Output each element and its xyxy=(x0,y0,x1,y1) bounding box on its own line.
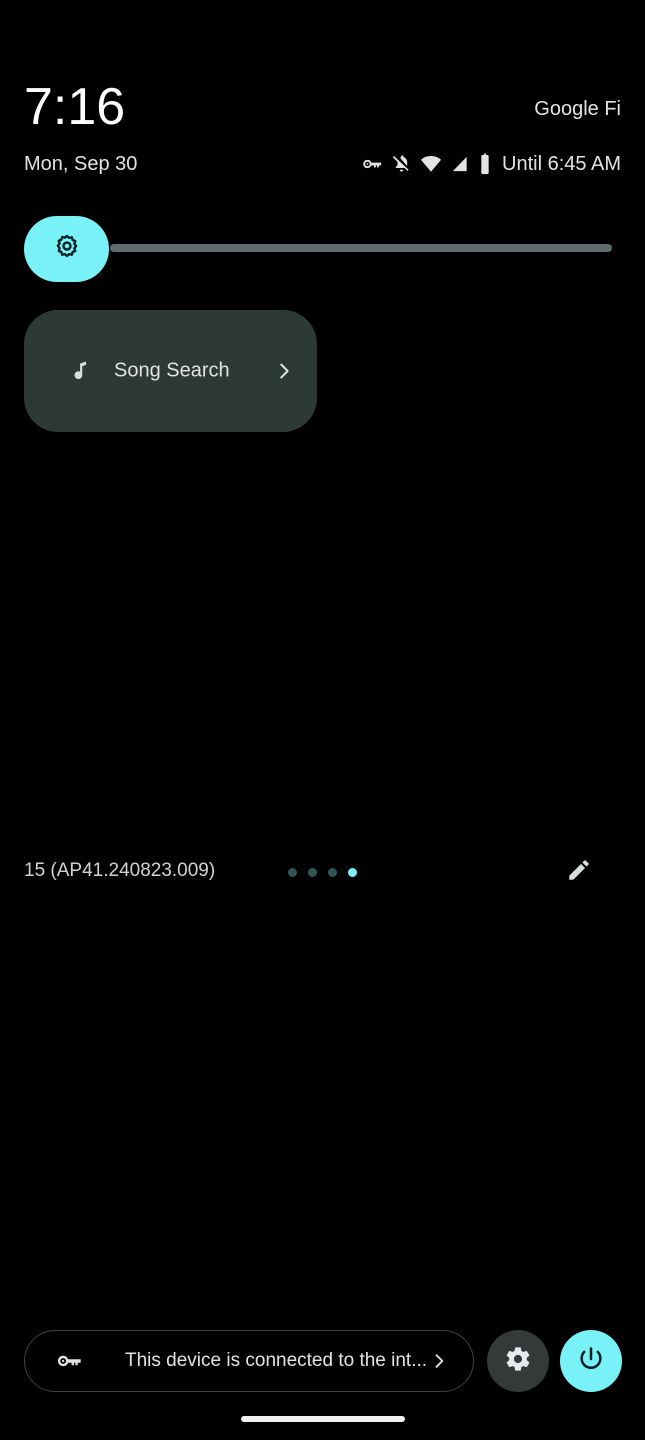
page-dot[interactable] xyxy=(328,867,337,877)
vpn-status-pill[interactable]: This device is connected to the int... xyxy=(24,1330,474,1392)
brightness-slider-thumb[interactable] xyxy=(24,216,109,282)
carrier-label: Google Fi xyxy=(534,98,621,120)
music-note-icon xyxy=(66,356,92,386)
vpn-key-icon xyxy=(361,153,383,175)
clock[interactable]: 7:16 xyxy=(24,78,125,136)
tile-song-search[interactable]: Song Search xyxy=(24,310,317,432)
bottom-action-bar: This device is connected to the int... xyxy=(0,1330,645,1392)
gear-icon xyxy=(504,1345,532,1378)
quick-settings-footer: 15 (AP41.240823.009) xyxy=(0,852,645,892)
home-gesture-bar[interactable] xyxy=(241,1416,405,1422)
wifi-icon xyxy=(420,153,442,175)
date-label[interactable]: Mon, Sep 30 xyxy=(24,150,137,178)
chevron-right-icon[interactable] xyxy=(429,1351,449,1371)
status-header: 7:16 Google Fi Mon, Sep 30 Until 6:45 AM xyxy=(0,0,645,200)
tile-song-search-label: Song Search xyxy=(114,359,230,382)
power-icon xyxy=(576,1344,606,1379)
page-dot[interactable] xyxy=(288,867,297,877)
brightness-slider[interactable] xyxy=(24,216,621,282)
power-button[interactable] xyxy=(560,1330,622,1392)
page-dot[interactable] xyxy=(308,867,317,877)
quick-settings-panel: 7:16 Google Fi Mon, Sep 30 Until 6:45 AM… xyxy=(0,0,645,1440)
page-indicator[interactable] xyxy=(0,852,645,892)
edit-tiles-button[interactable] xyxy=(559,852,599,892)
chevron-right-icon[interactable] xyxy=(273,360,295,382)
brightness-slider-track[interactable] xyxy=(110,244,612,252)
brightness-icon xyxy=(52,232,82,267)
battery-icon xyxy=(478,153,492,175)
vpn-status-text: This device is connected to the int... xyxy=(125,1350,428,1371)
status-icon-group: Until 6:45 AM xyxy=(361,150,621,178)
battery-status-text: Until 6:45 AM xyxy=(502,153,621,175)
cellular-signal-icon xyxy=(450,154,470,174)
edit-pencil-icon xyxy=(566,857,592,888)
settings-button[interactable] xyxy=(487,1330,549,1392)
notifications-muted-icon xyxy=(391,154,412,175)
vpn-key-icon xyxy=(55,1347,83,1375)
page-dot-active[interactable] xyxy=(348,867,357,877)
